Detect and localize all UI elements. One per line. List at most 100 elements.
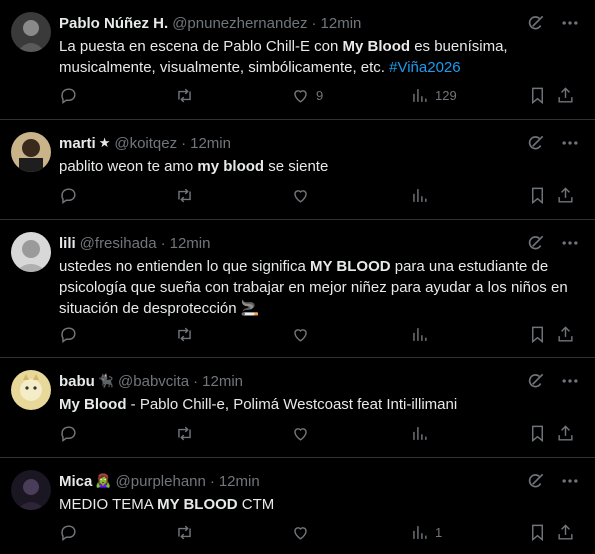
like-button[interactable] xyxy=(291,523,316,542)
share-icon xyxy=(558,326,573,342)
retweet-button[interactable] xyxy=(175,325,194,344)
avatar[interactable] xyxy=(11,12,51,52)
display-name[interactable]: lili xyxy=(59,235,76,252)
tweet-actions xyxy=(59,325,581,347)
views-button[interactable] xyxy=(410,186,435,205)
timestamp[interactable]: 12min xyxy=(219,473,260,490)
reply-button[interactable] xyxy=(59,325,78,344)
tweet[interactable]: marti ★ @koitqez · 12min pablito weon te… xyxy=(0,120,595,220)
tweet-top-actions xyxy=(525,470,581,492)
like-icon xyxy=(294,527,307,540)
separator-dot: · xyxy=(181,134,187,152)
tweet[interactable]: lili @fresihada · 12min ustedes no entie… xyxy=(0,220,595,358)
views-button[interactable] xyxy=(410,424,435,443)
user-handle[interactable]: @purplehann xyxy=(116,473,206,490)
bookmark-icon xyxy=(532,326,543,344)
reply-button[interactable] xyxy=(59,424,78,443)
share-button[interactable] xyxy=(556,424,575,443)
avatar[interactable] xyxy=(11,370,51,410)
avatar[interactable] xyxy=(11,232,51,272)
tweet[interactable]: babu 🐈‍⬛ @babvcita · 12min My Blood - Pa… xyxy=(0,358,595,458)
text-segment: MEDIO TEMA xyxy=(59,496,158,513)
user-handle[interactable]: @babvcita xyxy=(118,373,189,390)
retweet-button[interactable] xyxy=(175,86,194,105)
like-button[interactable] xyxy=(291,186,316,205)
reply-icon xyxy=(61,188,76,205)
share-button[interactable] xyxy=(556,186,575,205)
timestamp[interactable]: 12min xyxy=(170,235,211,252)
tweet-top-actions xyxy=(525,12,581,34)
retweet-button[interactable] xyxy=(175,186,194,205)
like-icon xyxy=(294,428,307,441)
tweet-header: marti ★ @koitqez · 12min xyxy=(59,133,231,153)
like-button[interactable] xyxy=(291,325,316,344)
tweet[interactable]: Mica 🧟‍♀️ @purplehann · 12min MEDIO TEMA… xyxy=(0,458,595,554)
user-handle[interactable]: @koitqez xyxy=(114,135,177,152)
grok-icon[interactable] xyxy=(525,470,547,492)
separator-dot: · xyxy=(160,234,166,252)
views-button[interactable]: 129 xyxy=(410,86,457,105)
reply-icon xyxy=(61,88,76,105)
timestamp[interactable]: 12min xyxy=(202,373,243,390)
bold-text: my blood xyxy=(197,158,265,175)
views-button[interactable] xyxy=(410,325,435,344)
like-button[interactable]: 9 xyxy=(291,86,323,105)
timestamp[interactable]: 12min xyxy=(321,15,362,32)
user-handle[interactable]: @fresihada xyxy=(80,235,157,252)
share-icon xyxy=(558,524,573,540)
name-emoji: 🧟‍♀️ xyxy=(95,473,112,488)
bookmark-icon xyxy=(532,87,543,105)
tweet-top-actions xyxy=(525,132,581,154)
share-icon xyxy=(558,187,573,203)
views-button[interactable]: 1 xyxy=(410,523,442,542)
bookmark-button[interactable] xyxy=(528,86,547,105)
reply-button[interactable] xyxy=(59,186,78,205)
more-icon[interactable] xyxy=(559,132,581,154)
more-icon[interactable] xyxy=(559,470,581,492)
user-handle[interactable]: @pnunezhernandez xyxy=(172,15,307,32)
bookmark-button[interactable] xyxy=(528,186,547,205)
display-name[interactable]: babu xyxy=(59,373,95,390)
tweet-top-actions xyxy=(525,232,581,254)
share-icon xyxy=(558,87,573,103)
hashtag-link[interactable]: #Viña2026 xyxy=(389,59,460,76)
views-icon xyxy=(413,89,427,102)
share-button[interactable] xyxy=(556,325,575,344)
reply-button[interactable] xyxy=(59,523,78,542)
like-button[interactable] xyxy=(291,424,316,443)
avatar[interactable] xyxy=(11,132,51,172)
tweet[interactable]: Pablo Núñez H. @pnunezhernandez · 12min … xyxy=(0,0,595,120)
bookmark-button[interactable] xyxy=(528,424,547,443)
more-icon[interactable] xyxy=(559,232,581,254)
name-emoji: ★ xyxy=(98,135,111,150)
timestamp[interactable]: 12min xyxy=(190,135,231,152)
more-icon[interactable] xyxy=(559,370,581,392)
grok-icon[interactable] xyxy=(525,370,547,392)
like-icon xyxy=(294,90,307,103)
bold-text: MY BLOOD xyxy=(157,496,238,513)
like-count: 9 xyxy=(316,88,324,103)
more-icon[interactable] xyxy=(559,12,581,34)
text-segment: pablito weon te amo xyxy=(59,158,198,175)
bookmark-button[interactable] xyxy=(528,523,547,542)
reply-button[interactable] xyxy=(59,86,78,105)
retweet-button[interactable] xyxy=(175,523,194,542)
retweet-icon xyxy=(178,426,191,441)
like-icon xyxy=(294,190,307,203)
bookmark-button[interactable] xyxy=(528,325,547,344)
display-name[interactable]: marti xyxy=(59,135,96,152)
text-segment: CTM xyxy=(237,496,275,513)
display-name[interactable]: Pablo Núñez H. xyxy=(59,15,168,32)
grok-icon[interactable] xyxy=(525,132,547,154)
tweet-top-actions xyxy=(525,370,581,392)
views-icon xyxy=(413,526,427,539)
share-button[interactable] xyxy=(556,86,575,105)
bookmark-icon xyxy=(532,524,543,542)
grok-icon[interactable] xyxy=(525,232,547,254)
display-name[interactable]: Mica xyxy=(59,473,92,490)
tweet-actions xyxy=(59,424,581,446)
share-button[interactable] xyxy=(556,523,575,542)
retweet-button[interactable] xyxy=(175,424,194,443)
avatar[interactable] xyxy=(11,470,51,510)
grok-icon[interactable] xyxy=(525,12,547,34)
